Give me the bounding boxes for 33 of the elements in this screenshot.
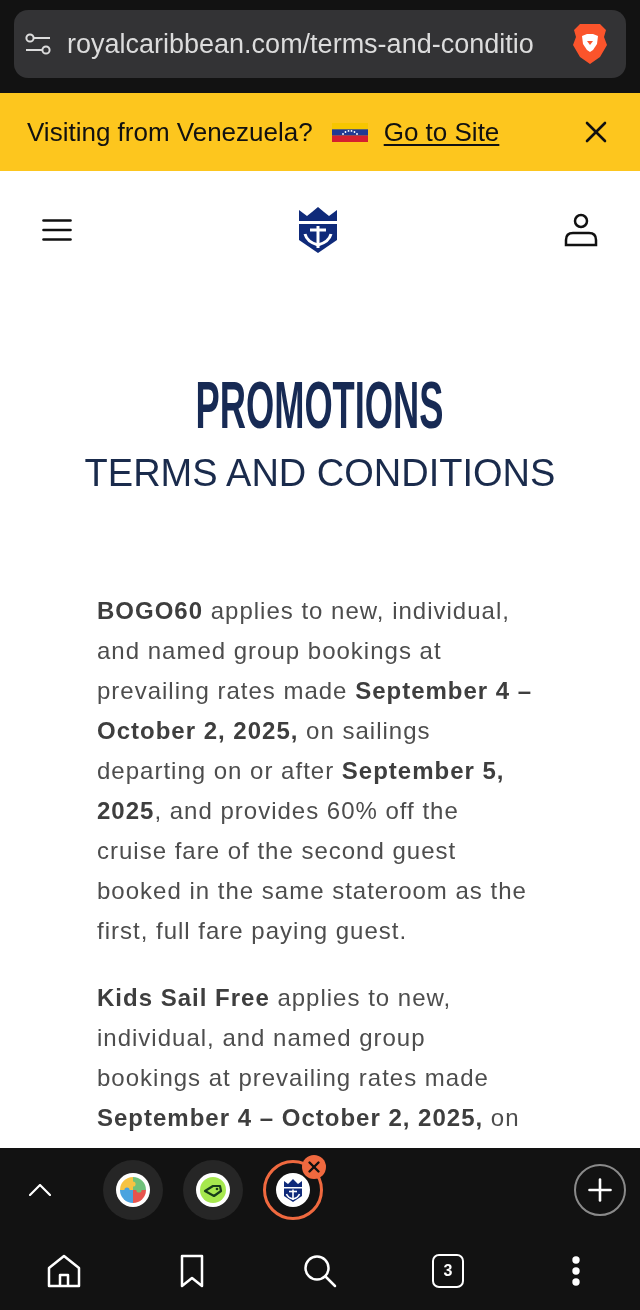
person-icon: [564, 213, 598, 247]
banner-message: Visiting from Venezuela?: [27, 115, 313, 149]
flag-icon: [331, 122, 368, 142]
more-button[interactable]: [572, 1256, 580, 1286]
terms-paragraph: BOGO60 applies to new, individual, and named group bookings at prevailing rates made September 4 – October 2, 2025, on sailings departing on or after September 5, 2025, and provides 60% off the cruise fare of the second guest booked in the same stateroom as the first, full fare paying guest.: [97, 596, 534, 946]
shield-icon[interactable]: [572, 23, 608, 65]
search-icon: [303, 1254, 337, 1288]
tab-switcher-button[interactable]: 3: [432, 1254, 464, 1288]
crown-anchor-logo-icon[interactable]: [298, 207, 338, 253]
more-icon: [572, 1256, 580, 1286]
tag-icon: [196, 1173, 230, 1207]
home-button[interactable]: [47, 1254, 81, 1288]
address-bar[interactable]: royalcaribbean.com/terms-and-conditio: [14, 10, 626, 78]
close-icon: [585, 121, 607, 143]
bookmark-button[interactable]: [180, 1254, 204, 1288]
puzzle-icon: [116, 1173, 150, 1207]
search-button[interactable]: [303, 1254, 337, 1288]
page-title: PROMOTIONS: [195, 372, 444, 438]
page-subtitle: TERMS AND CONDITIONS: [84, 454, 556, 492]
site-settings-icon[interactable]: [25, 33, 51, 55]
crown-anchor-icon: [276, 1173, 310, 1207]
menu-button[interactable]: [42, 219, 72, 241]
bookmark-icon: [180, 1254, 204, 1288]
new-tab-button[interactable]: [574, 1164, 626, 1216]
close-button[interactable]: [585, 121, 607, 143]
close-tab-icon[interactable]: [302, 1155, 326, 1179]
go-to-site-link[interactable]: Go to Site: [383, 112, 500, 152]
terms-paragraph: Kids Sail Free applies to new, individual, and named group bookings at prevailing rates made September 4 – October 2, 2025, on: [97, 983, 521, 1133]
account-button[interactable]: [564, 213, 598, 247]
home-icon: [47, 1254, 81, 1288]
plus-icon: [588, 1178, 612, 1202]
menu-icon: [42, 219, 72, 241]
chevron-up-icon: [29, 1184, 51, 1196]
